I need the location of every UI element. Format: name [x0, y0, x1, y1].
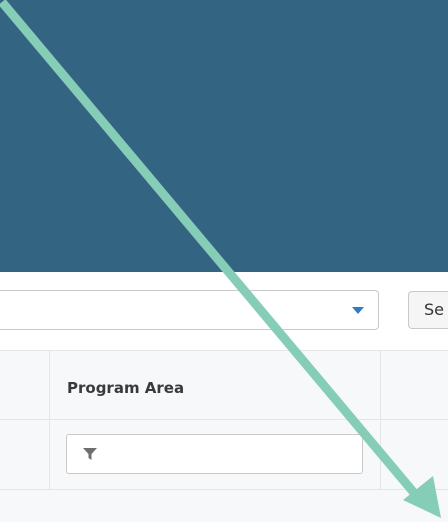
caret-down-icon[interactable] — [352, 307, 364, 314]
search-button[interactable]: Se — [408, 291, 448, 329]
dropdown-select[interactable] — [0, 290, 379, 330]
column-header-program-area[interactable]: Program Area — [67, 379, 184, 397]
toolbar: Se — [0, 272, 448, 350]
column-divider — [380, 350, 381, 490]
program-area-filter-input[interactable] — [66, 434, 363, 474]
funnel-icon[interactable] — [82, 447, 98, 461]
data-grid: Program Area — [0, 350, 448, 522]
header-banner — [0, 0, 448, 272]
column-divider — [49, 350, 50, 490]
